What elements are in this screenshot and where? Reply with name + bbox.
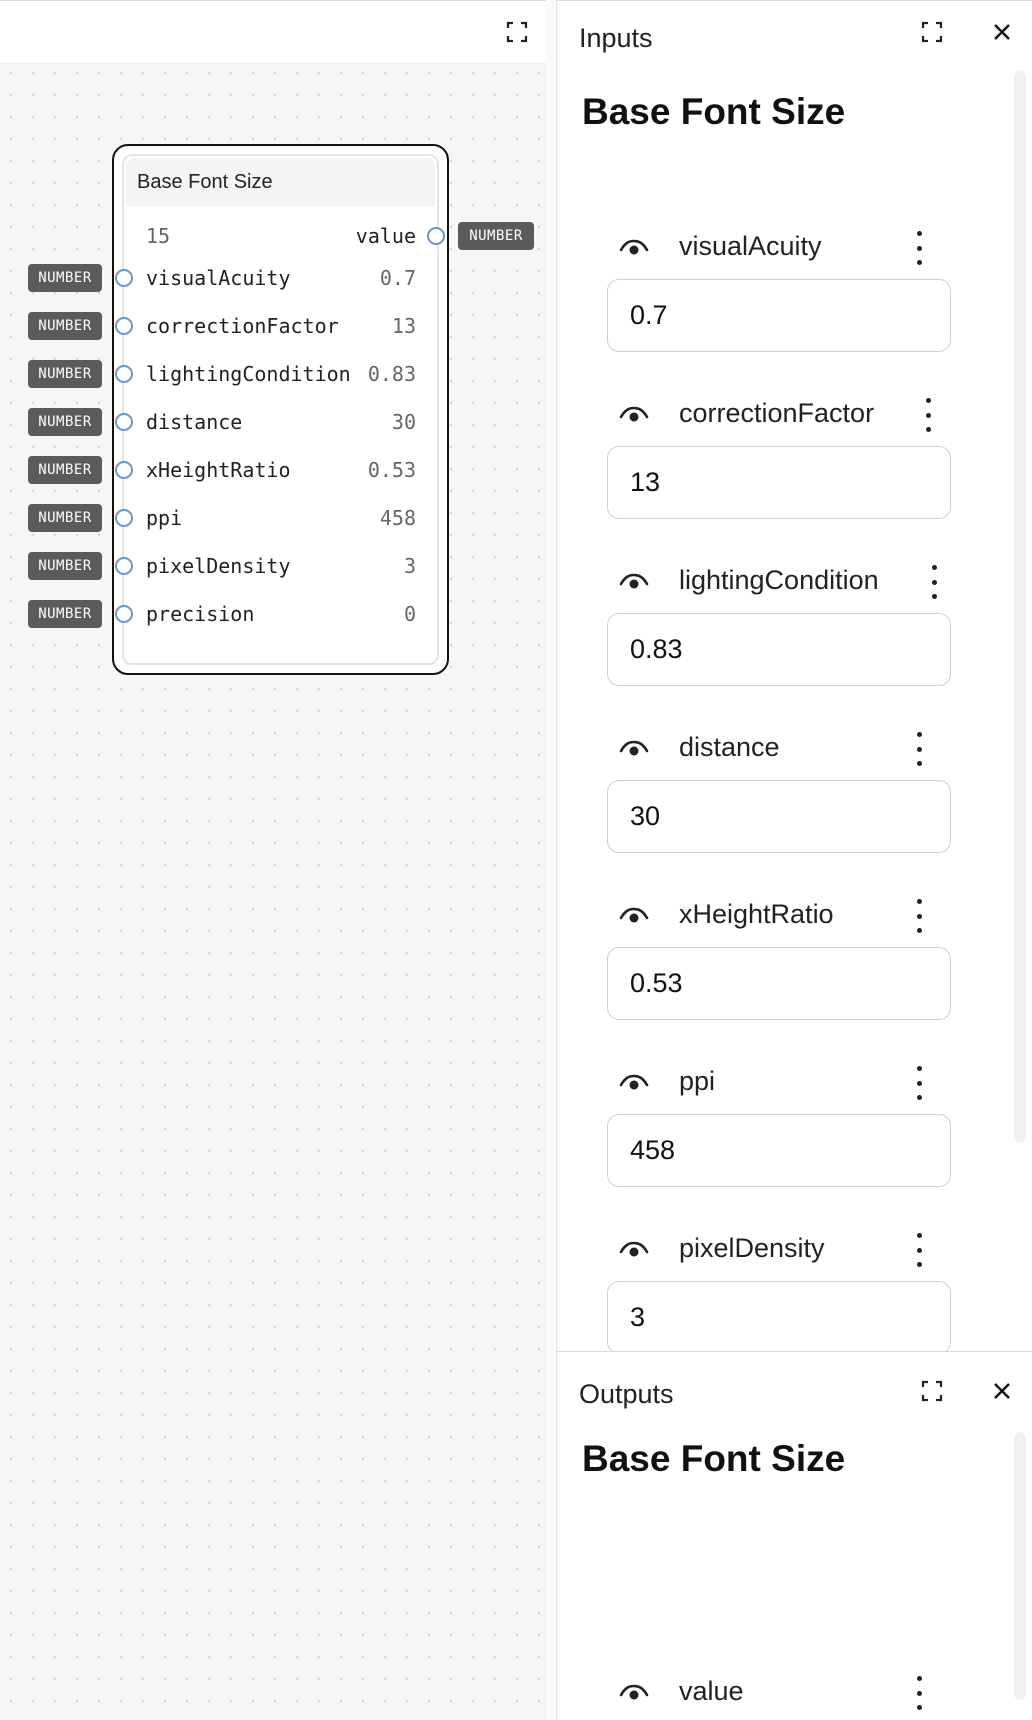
outputs-close-button[interactable] bbox=[985, 1374, 1019, 1408]
fullscreen-icon bbox=[921, 1380, 943, 1402]
node-input-name: distance bbox=[146, 410, 243, 434]
outputs-scroll-area[interactable]: Base Font Size value bbox=[557, 1432, 1032, 1720]
node-input-row: pixelDensity 3 bbox=[0, 554, 416, 580]
inputs-scroll-area[interactable]: Base Font Size visualAcuity correctionFac… bbox=[557, 71, 1032, 1351]
node-input-value: 13 bbox=[391, 314, 416, 338]
node-output-row: 15 value bbox=[0, 224, 416, 250]
kebab-menu-icon[interactable] bbox=[930, 565, 938, 599]
close-icon bbox=[994, 1383, 1010, 1399]
node-input-value: 30 bbox=[391, 410, 416, 434]
kebab-menu-icon[interactable] bbox=[915, 1676, 923, 1710]
inputs-close-button[interactable] bbox=[985, 15, 1019, 49]
node-input-name: correctionFactor bbox=[146, 314, 339, 338]
field-value-input[interactable] bbox=[607, 1281, 951, 1351]
eye-icon[interactable] bbox=[619, 738, 649, 760]
node-input-value: 0 bbox=[403, 602, 416, 626]
kebab-menu-icon[interactable] bbox=[915, 1066, 923, 1100]
node-input-value: 0.7 bbox=[379, 266, 416, 290]
node-input-value: 0.53 bbox=[367, 458, 416, 482]
field-name: visualAcuity bbox=[679, 231, 822, 261]
inputs-fullscreen-button[interactable] bbox=[915, 15, 949, 49]
field-name: xHeightRatio bbox=[679, 899, 834, 929]
output-type-badge: NUMBER bbox=[458, 222, 534, 250]
kebab-menu-icon[interactable] bbox=[924, 398, 932, 432]
field-value-input[interactable] bbox=[607, 947, 951, 1020]
field-value-input[interactable] bbox=[607, 1114, 951, 1187]
field-name: pixelDensity bbox=[679, 1233, 825, 1263]
node-input-row: lightingCondition 0.83 bbox=[0, 362, 416, 388]
canvas-header bbox=[0, 0, 546, 62]
node-input-name: lightingCondition bbox=[146, 362, 351, 386]
inputs-panel-title: Inputs bbox=[579, 23, 653, 53]
inputs-heading: Base Font Size bbox=[582, 91, 846, 132]
field-name: value bbox=[679, 1676, 744, 1706]
outputs-fullscreen-button[interactable] bbox=[915, 1374, 949, 1408]
field-header-row: pixelDensity bbox=[619, 1231, 922, 1271]
node-title: Base Font Size bbox=[126, 158, 435, 206]
fullscreen-icon bbox=[506, 21, 528, 43]
node-input-row: visualAcuity 0.7 bbox=[0, 266, 416, 292]
eye-icon[interactable] bbox=[619, 404, 649, 426]
field-name: distance bbox=[679, 732, 780, 762]
field-value-input[interactable] bbox=[607, 446, 951, 519]
kebab-menu-icon[interactable] bbox=[915, 231, 923, 265]
field-header-row: xHeightRatio bbox=[619, 897, 922, 937]
node-input-name: ppi bbox=[146, 506, 183, 530]
node-input-name: precision bbox=[146, 602, 255, 626]
eye-icon[interactable] bbox=[619, 905, 649, 927]
node-output-value: 15 bbox=[146, 224, 171, 248]
eye-icon[interactable] bbox=[619, 1682, 649, 1704]
fullscreen-icon bbox=[921, 21, 943, 43]
close-icon bbox=[994, 24, 1010, 40]
canvas-fullscreen-button[interactable] bbox=[500, 15, 534, 49]
node-input-row: precision 0 bbox=[0, 602, 416, 628]
field-header-row: correctionFactor bbox=[619, 396, 931, 436]
node-input-row: ppi 458 bbox=[0, 506, 416, 532]
eye-icon[interactable] bbox=[619, 1239, 649, 1261]
app-root: Base Font Size 15 value NUMBER NUMBER vis… bbox=[0, 0, 1032, 1720]
field-value-input[interactable] bbox=[607, 613, 951, 686]
node-input-row: distance 30 bbox=[0, 410, 416, 436]
eye-icon[interactable] bbox=[619, 571, 649, 593]
outputs-heading: Base Font Size bbox=[582, 1438, 846, 1479]
node-input-name: pixelDensity bbox=[146, 554, 291, 578]
kebab-menu-icon[interactable] bbox=[915, 732, 923, 766]
outputs-panel: Outputs Base Font Size value bbox=[556, 1351, 1032, 1720]
field-name: correctionFactor bbox=[679, 398, 875, 428]
field-value-input[interactable] bbox=[607, 279, 951, 352]
kebab-menu-icon[interactable] bbox=[915, 1233, 923, 1267]
node-input-value: 458 bbox=[379, 506, 416, 530]
node-input-name: xHeightRatio bbox=[146, 458, 291, 482]
kebab-menu-icon[interactable] bbox=[915, 899, 923, 933]
node-output-label: value bbox=[355, 224, 416, 248]
eye-icon[interactable] bbox=[619, 1072, 649, 1094]
outputs-panel-title: Outputs bbox=[579, 1379, 674, 1409]
field-name: lightingCondition bbox=[679, 565, 879, 595]
field-header-row: visualAcuity bbox=[619, 229, 922, 269]
field-value-input[interactable] bbox=[607, 780, 951, 853]
node-input-row: correctionFactor 13 bbox=[0, 314, 416, 340]
field-header-row: distance bbox=[619, 730, 922, 770]
field-header-row: ppi bbox=[619, 1064, 922, 1104]
node-output-port[interactable] bbox=[427, 227, 445, 245]
field-header-row: value bbox=[619, 1674, 922, 1714]
inputs-panel: Inputs Base Font Size visualAcuity correc… bbox=[556, 0, 1032, 1351]
node-input-row: xHeightRatio 0.53 bbox=[0, 458, 416, 484]
node-input-name: visualAcuity bbox=[146, 266, 291, 290]
node-input-value: 3 bbox=[403, 554, 416, 578]
node-input-value: 0.83 bbox=[367, 362, 416, 386]
field-header-row: lightingCondition bbox=[619, 563, 937, 603]
eye-icon[interactable] bbox=[619, 237, 649, 259]
field-name: ppi bbox=[679, 1066, 716, 1096]
